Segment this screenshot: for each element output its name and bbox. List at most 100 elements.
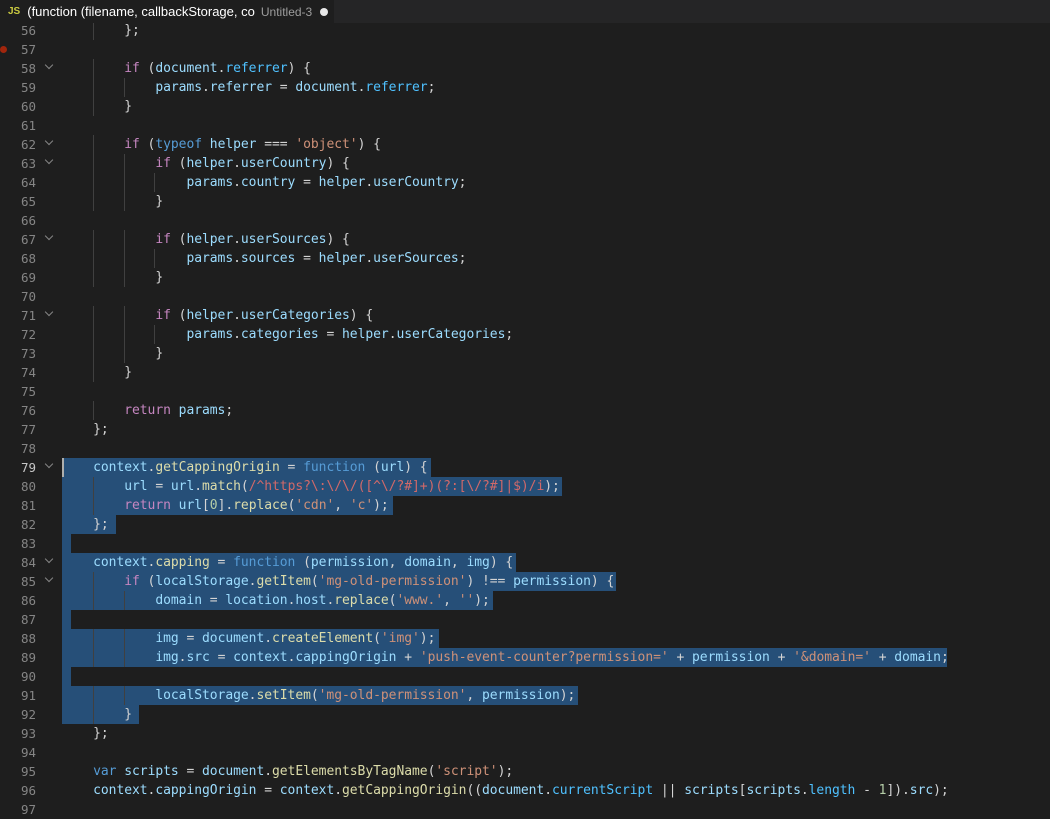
line-number[interactable]: 70 xyxy=(0,287,36,306)
code-line[interactable]: 85 if (localStorage.getItem('mg-old-perm… xyxy=(0,572,1050,591)
code-line[interactable]: 67 if (helper.userSources) { xyxy=(0,230,1050,249)
code-line[interactable]: 59 params.referrer = document.referrer; xyxy=(0,78,1050,97)
code-line[interactable]: 65 } xyxy=(0,192,1050,211)
code-line[interactable]: 81 return url[0].replace('cdn', 'c'); xyxy=(0,496,1050,515)
fold-chevron-icon[interactable] xyxy=(45,156,55,168)
code-text: context.getCappingOrigin = function (url… xyxy=(93,460,428,475)
tab-untitled-3[interactable]: JS (function (filename, callbackStorage,… xyxy=(0,0,334,23)
code-line[interactable]: 58 if (document.referrer) { xyxy=(0,59,1050,78)
line-number[interactable]: 79 xyxy=(0,458,36,477)
line-number[interactable]: 94 xyxy=(0,743,36,762)
line-number[interactable]: 69 xyxy=(0,268,36,287)
code-line[interactable]: 90 xyxy=(0,667,1050,686)
code-line[interactable]: 88 img = document.createElement('img'); xyxy=(0,629,1050,648)
code-line[interactable]: 72 params.categories = helper.userCatego… xyxy=(0,325,1050,344)
code-line[interactable]: 61 xyxy=(0,116,1050,135)
line-number[interactable]: 83 xyxy=(0,534,36,553)
line-number[interactable]: 97 xyxy=(0,800,36,819)
line-number[interactable]: 66 xyxy=(0,211,36,230)
code-line[interactable]: 78 xyxy=(0,439,1050,458)
line-number[interactable]: 68 xyxy=(0,249,36,268)
unsaved-dot-icon[interactable] xyxy=(320,7,329,16)
code-line[interactable]: 80 url = url.match(/^https?\:\/\/([^\/?#… xyxy=(0,477,1050,496)
code-line[interactable]: 76 return params; xyxy=(0,401,1050,420)
code-line[interactable]: 74 } xyxy=(0,363,1050,382)
breakpoint-icon[interactable] xyxy=(0,46,7,53)
fold-chevron-icon[interactable] xyxy=(45,308,55,320)
fold-chevron-icon[interactable] xyxy=(45,574,55,586)
code-text: } xyxy=(62,346,164,361)
line-number[interactable]: 65 xyxy=(0,192,36,211)
line-number[interactable]: 88 xyxy=(0,629,36,648)
fold-chevron-icon[interactable] xyxy=(45,555,55,567)
code-line[interactable]: 79 context.getCappingOrigin = function (… xyxy=(0,458,1050,477)
line-number[interactable]: 87 xyxy=(0,610,36,629)
line-number[interactable]: 67 xyxy=(0,230,36,249)
code-line[interactable]: 77 }; xyxy=(0,420,1050,439)
line-number[interactable]: 81 xyxy=(0,496,36,515)
code-line[interactable]: 71 if (helper.userCategories) { xyxy=(0,306,1050,325)
line-number[interactable]: 86 xyxy=(0,591,36,610)
code-line[interactable]: 75 xyxy=(0,382,1050,401)
code-line[interactable]: 91 localStorage.setItem('mg-old-permissi… xyxy=(0,686,1050,705)
fold-chevron-icon[interactable] xyxy=(45,137,55,149)
code-line[interactable]: 56 }; xyxy=(0,23,1050,40)
code-line[interactable]: 57 xyxy=(0,40,1050,59)
code-line[interactable]: 95 var scripts = document.getElementsByT… xyxy=(0,762,1050,781)
line-number[interactable]: 85 xyxy=(0,572,36,591)
line-number[interactable]: 91 xyxy=(0,686,36,705)
line-number[interactable]: 95 xyxy=(0,762,36,781)
code-line[interactable]: 89 img.src = context.cappingOrigin + 'pu… xyxy=(0,648,1050,667)
code-line[interactable]: 92 } xyxy=(0,705,1050,724)
line-number[interactable]: 90 xyxy=(0,667,36,686)
line-number[interactable]: 56 xyxy=(0,23,36,40)
line-number[interactable]: 59 xyxy=(0,78,36,97)
code-line[interactable]: 84 context.capping = function (permissio… xyxy=(0,553,1050,572)
code-line[interactable]: 68 params.sources = helper.userSources; xyxy=(0,249,1050,268)
line-number[interactable]: 73 xyxy=(0,344,36,363)
code-line[interactable]: 60 } xyxy=(0,97,1050,116)
tab-description: Untitled-3 xyxy=(260,4,313,19)
line-number[interactable]: 96 xyxy=(0,781,36,800)
line-number[interactable]: 64 xyxy=(0,173,36,192)
line-number[interactable]: 60 xyxy=(0,97,36,116)
code-line[interactable]: 94 xyxy=(0,743,1050,762)
code-editor[interactable]: 56 }; 57 58 if (document.referrer) {59 par… xyxy=(0,23,1050,819)
code-line[interactable]: 86 domain = location.host.replace('www.'… xyxy=(0,591,1050,610)
line-number[interactable]: 82 xyxy=(0,515,36,534)
code-line[interactable]: 93 }; xyxy=(0,724,1050,743)
code-line[interactable]: 87 xyxy=(0,610,1050,629)
line-number[interactable]: 80 xyxy=(0,477,36,496)
line-number[interactable]: 93 xyxy=(0,724,36,743)
line-number[interactable]: 78 xyxy=(0,439,36,458)
selection-highlight xyxy=(62,667,71,686)
code-line[interactable]: 63 if (helper.userCountry) { xyxy=(0,154,1050,173)
code-line[interactable]: 73 } xyxy=(0,344,1050,363)
line-number[interactable]: 89 xyxy=(0,648,36,667)
line-number[interactable]: 58 xyxy=(0,59,36,78)
fold-chevron-icon[interactable] xyxy=(45,61,55,73)
line-number[interactable]: 92 xyxy=(0,705,36,724)
line-number[interactable]: 61 xyxy=(0,116,36,135)
fold-chevron-icon[interactable] xyxy=(45,232,55,244)
line-number[interactable]: 71 xyxy=(0,306,36,325)
code-line[interactable]: 96 context.cappingOrigin = context.getCa… xyxy=(0,781,1050,800)
line-number[interactable]: 75 xyxy=(0,382,36,401)
line-number[interactable]: 72 xyxy=(0,325,36,344)
line-number[interactable]: 77 xyxy=(0,420,36,439)
code-text: } xyxy=(62,707,132,722)
line-number[interactable]: 76 xyxy=(0,401,36,420)
line-number[interactable]: 84 xyxy=(0,553,36,572)
code-line[interactable]: 70 xyxy=(0,287,1050,306)
line-number[interactable]: 62 xyxy=(0,135,36,154)
line-number[interactable]: 63 xyxy=(0,154,36,173)
code-line[interactable]: 69 } xyxy=(0,268,1050,287)
fold-chevron-icon[interactable] xyxy=(45,460,55,472)
code-line[interactable]: 62 if (typeof helper === 'object') { xyxy=(0,135,1050,154)
code-line[interactable]: 97 xyxy=(0,800,1050,819)
code-line[interactable]: 82 }; xyxy=(0,515,1050,534)
code-line[interactable]: 64 params.country = helper.userCountry; xyxy=(0,173,1050,192)
code-line[interactable]: 83 xyxy=(0,534,1050,553)
line-number[interactable]: 74 xyxy=(0,363,36,382)
code-line[interactable]: 66 xyxy=(0,211,1050,230)
